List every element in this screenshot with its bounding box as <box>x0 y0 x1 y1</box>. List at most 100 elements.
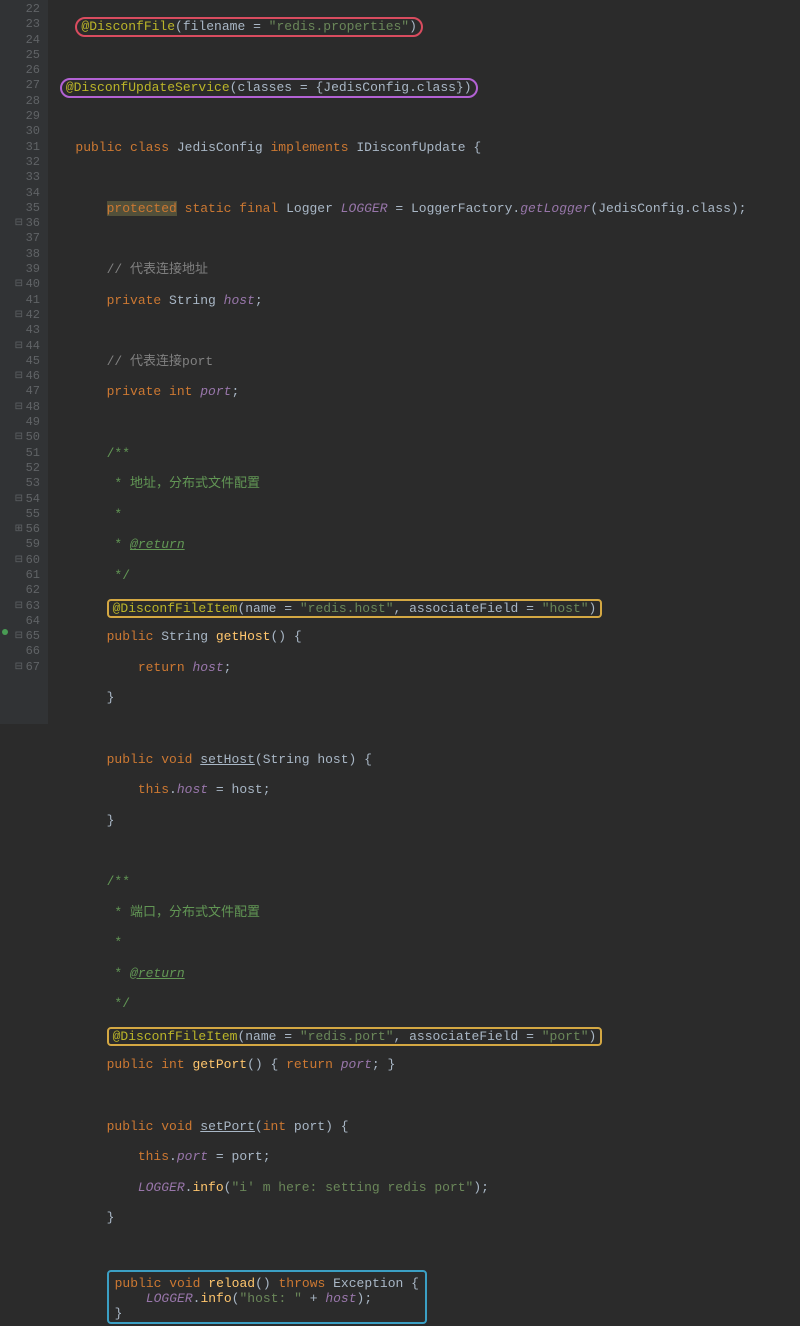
line-number: 44 <box>26 339 40 354</box>
code-line[interactable] <box>52 843 746 858</box>
code-line[interactable]: public void reload() throws Exception { … <box>52 1272 746 1287</box>
line-number: 45 <box>26 354 40 369</box>
line-number: 28 <box>26 94 40 109</box>
code-line[interactable]: */ <box>52 568 746 583</box>
annotation-highlight-red: @DisconfFile(filename = "redis.propertie… <box>75 17 423 36</box>
line-number: 54 <box>26 492 40 507</box>
method-highlight-cyan: public void reload() throws Exception { … <box>107 1270 427 1324</box>
line-number: 29 <box>26 109 40 124</box>
code-line[interactable]: } <box>52 690 746 705</box>
line-number-gutter: 22 23 24 25 26 27 28 29 30 31 32 33 34 3… <box>0 0 48 724</box>
code-content[interactable]: @DisconfFile(filename = "redis.propertie… <box>48 0 746 724</box>
line-number: 49 <box>26 415 40 430</box>
fold-icon[interactable]: ⊞ <box>15 522 23 537</box>
code-line[interactable] <box>52 1088 746 1103</box>
fold-icon[interactable]: ⊟ <box>15 400 23 415</box>
code-editor[interactable]: 22 23 24 25 26 27 28 29 30 31 32 33 34 3… <box>0 0 800 724</box>
fold-icon[interactable]: ⊟ <box>15 339 23 354</box>
code-line[interactable] <box>52 48 746 63</box>
fold-icon[interactable]: ⊟ <box>15 430 23 445</box>
code-line[interactable]: LOGGER.info("i' m here: setting redis po… <box>52 1180 746 1195</box>
line-number: 36 <box>26 216 40 231</box>
line-number: 39 <box>26 262 40 277</box>
fold-icon[interactable]: ⊟ <box>15 216 23 231</box>
code-line[interactable]: * @return <box>52 966 746 981</box>
code-line[interactable]: @DisconfUpdateService(classes = {JedisCo… <box>52 78 746 93</box>
fold-icon[interactable]: ⊟ <box>15 277 23 292</box>
code-line[interactable]: private String host; <box>52 293 746 308</box>
line-number: 50 <box>26 430 40 445</box>
line-number: 65 <box>26 629 40 644</box>
line-number: 63 <box>26 599 40 614</box>
code-line[interactable]: private int port; <box>52 384 746 399</box>
code-line[interactable]: } <box>52 813 746 828</box>
line-number: 67 <box>26 660 40 675</box>
line-number: 42 <box>26 308 40 323</box>
code-line[interactable]: return host; <box>52 660 746 675</box>
line-number: 26 <box>26 63 40 78</box>
code-line[interactable] <box>52 1241 746 1256</box>
line-number: 38 <box>26 247 40 262</box>
code-line[interactable]: this.host = host; <box>52 782 746 797</box>
code-line[interactable]: // 代表连接port <box>52 354 746 369</box>
fold-icon[interactable]: ⊟ <box>15 492 23 507</box>
line-number: 60 <box>26 553 40 568</box>
line-number: 66 <box>26 644 40 659</box>
fold-icon[interactable]: ⊟ <box>15 629 23 644</box>
code-line[interactable]: /** <box>52 874 746 889</box>
code-line[interactable]: * <box>52 507 746 522</box>
annotation-highlight-purple: @DisconfUpdateService(classes = {JedisCo… <box>60 78 478 97</box>
line-number: 40 <box>26 277 40 292</box>
line-number: 33 <box>26 170 40 185</box>
code-line[interactable]: public int getPort() { return port; } <box>52 1057 746 1072</box>
code-line[interactable]: /** <box>52 446 746 461</box>
code-line[interactable]: @DisconfFile(filename = "redis.propertie… <box>52 17 746 32</box>
line-number: 25 <box>26 48 40 63</box>
line-number: 51 <box>26 446 40 461</box>
code-line[interactable]: public String getHost() { <box>52 629 746 644</box>
code-line[interactable]: @DisconfFileItem(name = "redis.host", as… <box>52 599 746 614</box>
code-line[interactable]: public void setHost(String host) { <box>52 752 746 767</box>
line-number: 47 <box>26 384 40 399</box>
line-number: 41 <box>26 293 40 308</box>
line-number: 52 <box>26 461 40 476</box>
code-line[interactable]: public class JedisConfig implements IDis… <box>52 140 746 155</box>
fold-icon[interactable]: ⊟ <box>15 308 23 323</box>
line-number: 59 <box>26 537 40 552</box>
line-number: 46 <box>26 369 40 384</box>
line-number: 35 <box>26 201 40 216</box>
line-number: 55 <box>26 507 40 522</box>
code-line[interactable]: * 地址，分布式文件配置 <box>52 476 746 491</box>
code-line[interactable]: } <box>52 1210 746 1225</box>
code-line[interactable]: * 端口，分布式文件配置 <box>52 905 746 920</box>
line-number: 24 <box>26 33 40 48</box>
code-line[interactable]: public void setPort(int port) { <box>52 1119 746 1134</box>
line-number: 32 <box>26 155 40 170</box>
fold-icon[interactable]: ⊟ <box>15 369 23 384</box>
code-line[interactable]: * @return <box>52 537 746 552</box>
line-number: 62 <box>26 583 40 598</box>
code-line[interactable] <box>52 721 746 736</box>
code-line[interactable]: @DisconfFileItem(name = "redis.port", as… <box>52 1027 746 1042</box>
line-number: 27 <box>26 78 40 93</box>
fold-icon[interactable]: ⊟ <box>15 599 23 614</box>
line-number: 34 <box>26 186 40 201</box>
code-line[interactable]: protected static final Logger LOGGER = L… <box>52 201 746 216</box>
code-line[interactable]: */ <box>52 996 746 1011</box>
line-number: 37 <box>26 231 40 246</box>
line-number: 43 <box>26 323 40 338</box>
code-line[interactable]: this.port = port; <box>52 1149 746 1164</box>
code-line[interactable] <box>52 170 746 185</box>
line-number: 23 <box>26 17 40 32</box>
code-line[interactable] <box>52 231 746 246</box>
code-line[interactable]: * <box>52 935 746 950</box>
code-line[interactable] <box>52 415 746 430</box>
code-line[interactable] <box>52 323 746 338</box>
fold-icon[interactable]: ⊟ <box>15 553 23 568</box>
line-number: 31 <box>26 140 40 155</box>
code-line[interactable] <box>52 109 746 124</box>
fold-icon[interactable]: ⊟ <box>15 660 23 675</box>
annotation-highlight-yellow: @DisconfFileItem(name = "redis.host", as… <box>107 599 603 618</box>
override-gutter-icon[interactable] <box>2 629 8 635</box>
code-line[interactable]: // 代表连接地址 <box>52 262 746 277</box>
